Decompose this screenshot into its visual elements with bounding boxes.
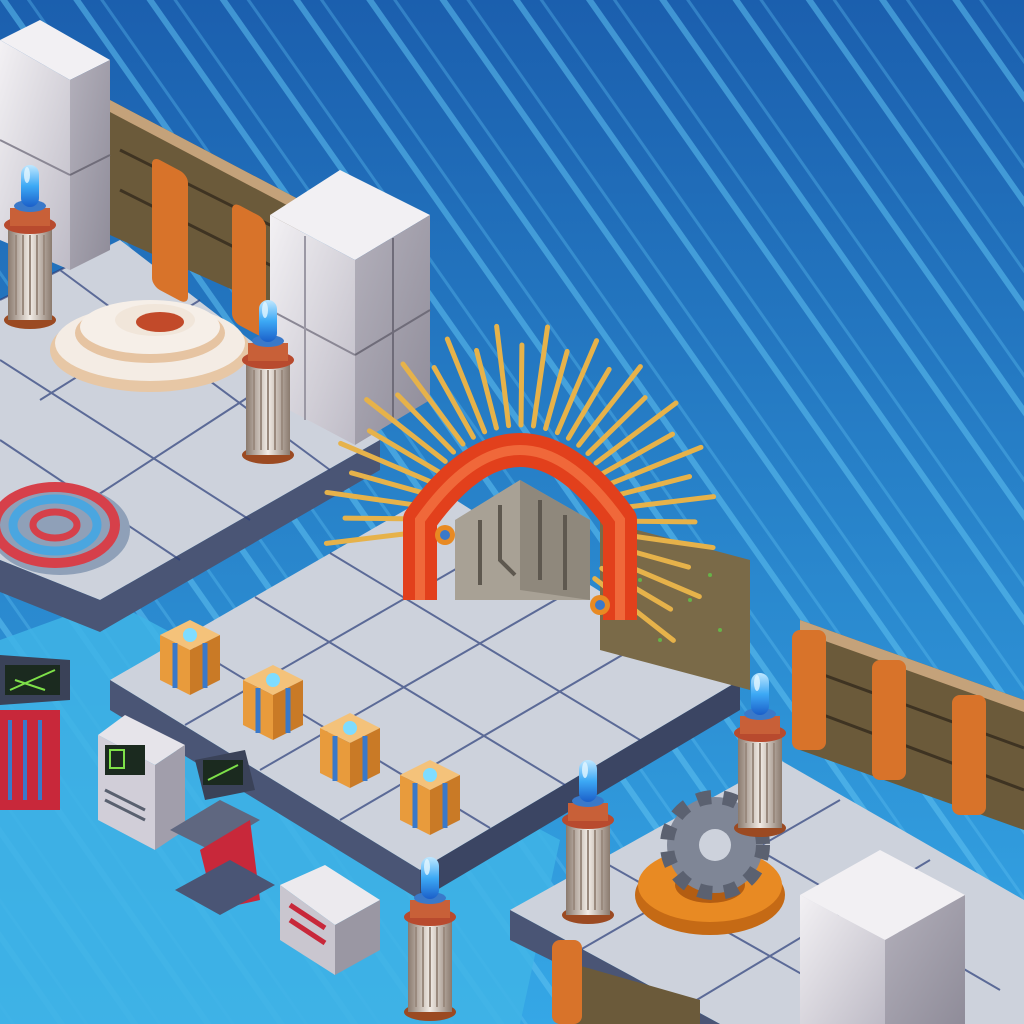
- gift-box-icon[interactable]: [243, 665, 303, 740]
- wall-arch-5: [952, 695, 986, 815]
- wall-arch-3: [792, 630, 826, 750]
- gift-box-icon[interactable]: [320, 713, 380, 788]
- wall-arch-4: [872, 660, 906, 780]
- computer-terminal-icon[interactable]: [0, 655, 70, 810]
- wall-arch-6: [552, 940, 582, 1024]
- gift-box-icon[interactable]: [400, 760, 460, 835]
- wall-arch-1: [152, 159, 188, 302]
- gift-box-icon[interactable]: [160, 620, 220, 695]
- game-scene: [0, 0, 1024, 1024]
